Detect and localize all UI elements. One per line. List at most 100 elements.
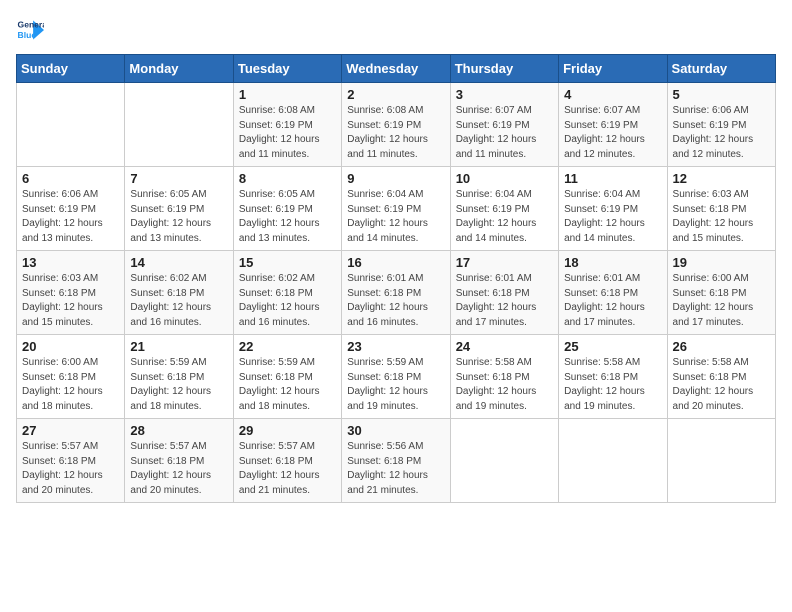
day-info: Sunrise: 6:05 AM Sunset: 6:19 PM Dayligh… — [239, 188, 336, 246]
page-header: General Blue — [16, 16, 776, 44]
calendar-day-2: 2 Sunrise: 6:08 AM Sunset: 6:19 PM Daylig… — [342, 83, 450, 167]
day-header-tuesday: Tuesday — [233, 55, 341, 83]
day-number: 18 — [564, 255, 661, 270]
day-header-saturday: Saturday — [667, 55, 775, 83]
day-info: Sunrise: 5:57 AM Sunset: 6:18 PM Dayligh… — [22, 440, 119, 498]
day-info: Sunrise: 5:59 AM Sunset: 6:18 PM Dayligh… — [239, 356, 336, 414]
calendar-day-4: 4 Sunrise: 6:07 AM Sunset: 6:19 PM Daylig… — [559, 83, 667, 167]
calendar-day-12: 12Sunrise: 6:03 AM Sunset: 6:18 PM Dayli… — [667, 167, 775, 251]
calendar-day-7: 7 Sunrise: 6:05 AM Sunset: 6:19 PM Daylig… — [125, 167, 233, 251]
day-number: 6 — [22, 171, 119, 186]
day-info: Sunrise: 5:58 AM Sunset: 6:18 PM Dayligh… — [673, 356, 770, 414]
day-number: 29 — [239, 423, 336, 438]
calendar-day-14: 14 Sunrise: 6:02 AM Sunset: 6:18 PM Dayli… — [125, 251, 233, 335]
day-info: Sunrise: 6:07 AM Sunset: 6:19 PM Dayligh… — [456, 104, 553, 162]
day-info: Sunrise: 5:59 AM Sunset: 6:18 PM Dayligh… — [347, 356, 444, 414]
calendar-day-1: 1 Sunrise: 6:08 AM Sunset: 6:19 PM Daylig… — [233, 83, 341, 167]
day-number: 23 — [347, 339, 444, 354]
calendar-day-16: 16Sunrise: 6:01 AM Sunset: 6:18 PM Dayli… — [342, 251, 450, 335]
day-info: Sunrise: 5:57 AM Sunset: 6:18 PM Dayligh… — [239, 440, 336, 498]
day-info: Sunrise: 5:59 AM Sunset: 6:18 PM Dayligh… — [130, 356, 227, 414]
day-number: 25 — [564, 339, 661, 354]
calendar-week-row: 13 Sunrise: 6:03 AM Sunset: 6:18 PM Dayli… — [17, 251, 776, 335]
calendar-week-row: 20 Sunrise: 6:00 AM Sunset: 6:18 PM Dayli… — [17, 335, 776, 419]
calendar-day-28: 28 Sunrise: 5:57 AM Sunset: 6:18 PM Dayli… — [125, 419, 233, 503]
calendar-day-19: 19 Sunrise: 6:00 AM Sunset: 6:18 PM Dayli… — [667, 251, 775, 335]
calendar-day-11: 11 Sunrise: 6:04 AM Sunset: 6:19 PM Dayli… — [559, 167, 667, 251]
calendar-day-10: 10 Sunrise: 6:04 AM Sunset: 6:19 PM Dayli… — [450, 167, 558, 251]
day-number: 9 — [347, 171, 444, 186]
day-info: Sunrise: 6:04 AM Sunset: 6:19 PM Dayligh… — [456, 188, 553, 246]
calendar-empty-cell — [559, 419, 667, 503]
day-info: Sunrise: 6:01 AM Sunset: 6:18 PM Dayligh… — [347, 272, 444, 330]
calendar-day-29: 29 Sunrise: 5:57 AM Sunset: 6:18 PM Dayli… — [233, 419, 341, 503]
day-info: Sunrise: 5:56 AM Sunset: 6:18 PM Dayligh… — [347, 440, 444, 498]
day-number: 22 — [239, 339, 336, 354]
day-header-sunday: Sunday — [17, 55, 125, 83]
calendar-day-22: 22 Sunrise: 5:59 AM Sunset: 6:18 PM Dayli… — [233, 335, 341, 419]
day-info: Sunrise: 6:00 AM Sunset: 6:18 PM Dayligh… — [673, 272, 770, 330]
calendar-empty-cell — [125, 83, 233, 167]
day-info: Sunrise: 6:06 AM Sunset: 6:19 PM Dayligh… — [673, 104, 770, 162]
day-number: 7 — [130, 171, 227, 186]
calendar-day-21: 21Sunrise: 5:59 AM Sunset: 6:18 PM Dayli… — [125, 335, 233, 419]
day-number: 4 — [564, 87, 661, 102]
day-number: 24 — [456, 339, 553, 354]
day-header-friday: Friday — [559, 55, 667, 83]
svg-text:Blue: Blue — [18, 30, 37, 40]
day-number: 13 — [22, 255, 119, 270]
day-info: Sunrise: 6:03 AM Sunset: 6:18 PM Dayligh… — [22, 272, 119, 330]
calendar-week-row: 1 Sunrise: 6:08 AM Sunset: 6:19 PM Daylig… — [17, 83, 776, 167]
day-info: Sunrise: 6:04 AM Sunset: 6:19 PM Dayligh… — [564, 188, 661, 246]
calendar-day-24: 24 Sunrise: 5:58 AM Sunset: 6:18 PM Dayli… — [450, 335, 558, 419]
day-info: Sunrise: 6:07 AM Sunset: 6:19 PM Dayligh… — [564, 104, 661, 162]
day-number: 1 — [239, 87, 336, 102]
day-info: Sunrise: 6:01 AM Sunset: 6:18 PM Dayligh… — [456, 272, 553, 330]
calendar-table: SundayMondayTuesdayWednesdayThursdayFrid… — [16, 54, 776, 503]
calendar-week-row: 27Sunrise: 5:57 AM Sunset: 6:18 PM Dayli… — [17, 419, 776, 503]
day-number: 2 — [347, 87, 444, 102]
day-info: Sunrise: 6:08 AM Sunset: 6:19 PM Dayligh… — [239, 104, 336, 162]
calendar-day-9: 9Sunrise: 6:04 AM Sunset: 6:19 PM Daylig… — [342, 167, 450, 251]
day-info: Sunrise: 6:00 AM Sunset: 6:18 PM Dayligh… — [22, 356, 119, 414]
day-info: Sunrise: 5:58 AM Sunset: 6:18 PM Dayligh… — [564, 356, 661, 414]
calendar-day-23: 23 Sunrise: 5:59 AM Sunset: 6:18 PM Dayli… — [342, 335, 450, 419]
day-number: 19 — [673, 255, 770, 270]
calendar-day-17: 17 Sunrise: 6:01 AM Sunset: 6:18 PM Dayli… — [450, 251, 558, 335]
day-header-monday: Monday — [125, 55, 233, 83]
day-number: 14 — [130, 255, 227, 270]
calendar-day-30: 30 Sunrise: 5:56 AM Sunset: 6:18 PM Dayli… — [342, 419, 450, 503]
logo-icon: General Blue — [16, 16, 44, 44]
day-info: Sunrise: 6:01 AM Sunset: 6:18 PM Dayligh… — [564, 272, 661, 330]
calendar-day-6: 6 Sunrise: 6:06 AM Sunset: 6:19 PM Daylig… — [17, 167, 125, 251]
day-info: Sunrise: 6:05 AM Sunset: 6:19 PM Dayligh… — [130, 188, 227, 246]
day-number: 26 — [673, 339, 770, 354]
calendar-day-18: 18 Sunrise: 6:01 AM Sunset: 6:18 PM Dayli… — [559, 251, 667, 335]
day-info: Sunrise: 6:03 AM Sunset: 6:18 PM Dayligh… — [673, 188, 770, 246]
calendar-empty-cell — [667, 419, 775, 503]
day-number: 15 — [239, 255, 336, 270]
day-info: Sunrise: 5:58 AM Sunset: 6:18 PM Dayligh… — [456, 356, 553, 414]
day-number: 20 — [22, 339, 119, 354]
calendar-day-26: 26 Sunrise: 5:58 AM Sunset: 6:18 PM Dayli… — [667, 335, 775, 419]
day-number: 8 — [239, 171, 336, 186]
day-info: Sunrise: 6:08 AM Sunset: 6:19 PM Dayligh… — [347, 104, 444, 162]
day-number: 28 — [130, 423, 227, 438]
day-header-thursday: Thursday — [450, 55, 558, 83]
day-number: 11 — [564, 171, 661, 186]
calendar-day-8: 8 Sunrise: 6:05 AM Sunset: 6:19 PM Daylig… — [233, 167, 341, 251]
day-header-wednesday: Wednesday — [342, 55, 450, 83]
calendar-day-25: 25 Sunrise: 5:58 AM Sunset: 6:18 PM Dayli… — [559, 335, 667, 419]
day-number: 17 — [456, 255, 553, 270]
calendar-day-20: 20 Sunrise: 6:00 AM Sunset: 6:18 PM Dayli… — [17, 335, 125, 419]
calendar-day-27: 27Sunrise: 5:57 AM Sunset: 6:18 PM Dayli… — [17, 419, 125, 503]
calendar-day-3: 3Sunrise: 6:07 AM Sunset: 6:19 PM Daylig… — [450, 83, 558, 167]
day-number: 5 — [673, 87, 770, 102]
day-number: 10 — [456, 171, 553, 186]
day-info: Sunrise: 6:02 AM Sunset: 6:18 PM Dayligh… — [239, 272, 336, 330]
day-info: Sunrise: 6:02 AM Sunset: 6:18 PM Dayligh… — [130, 272, 227, 330]
calendar-empty-cell — [17, 83, 125, 167]
day-info: Sunrise: 5:57 AM Sunset: 6:18 PM Dayligh… — [130, 440, 227, 498]
day-info: Sunrise: 6:06 AM Sunset: 6:19 PM Dayligh… — [22, 188, 119, 246]
day-number: 30 — [347, 423, 444, 438]
